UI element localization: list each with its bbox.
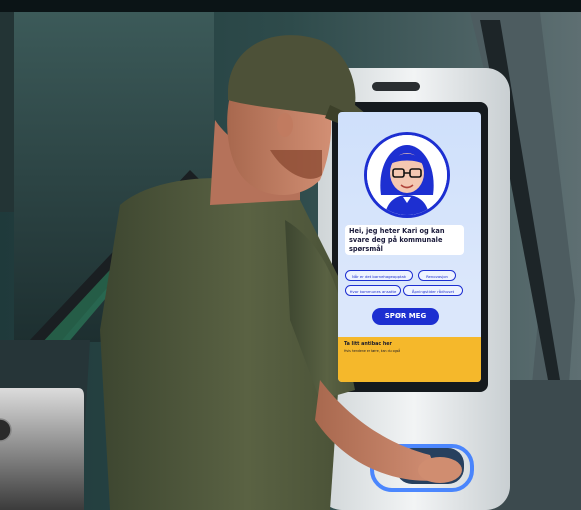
- feedback-title: Ta litt antibac her: [344, 342, 392, 347]
- assistant-greeting: Hei, jeg heter Kari og kan svare deg på …: [345, 225, 464, 255]
- assistant-avatar: [364, 132, 450, 218]
- inset-frame-top: [0, 0, 581, 12]
- kiosk-speaker: [372, 82, 420, 91]
- chip-renovasjon[interactable]: Renovasjon: [418, 270, 456, 281]
- ask-me-button[interactable]: SPØR MEG: [372, 308, 439, 325]
- chip-kommune-ansatte[interactable]: Hvor kommunes ansatte: [345, 285, 401, 296]
- man-ear: [277, 113, 293, 137]
- chip-apningstider[interactable]: Åpningstider rådhuset: [403, 285, 463, 296]
- feedback-banner: Ta litt antibac her Hvis hendene er tørr…: [338, 337, 481, 382]
- avatar-illustration-icon: [367, 135, 447, 215]
- device-corner: [0, 388, 84, 510]
- chip-barnehageopptak[interactable]: Når er det barnehageopptak: [345, 270, 413, 281]
- photo-scene: [0, 0, 581, 510]
- feedback-body: Hvis hendene er tørre, kan du også: [344, 349, 401, 353]
- kiosk-screen: Hei, jeg heter Kari og kan svare deg på …: [338, 112, 481, 382]
- left-dark-strip: [0, 12, 14, 212]
- man-hand: [418, 457, 462, 483]
